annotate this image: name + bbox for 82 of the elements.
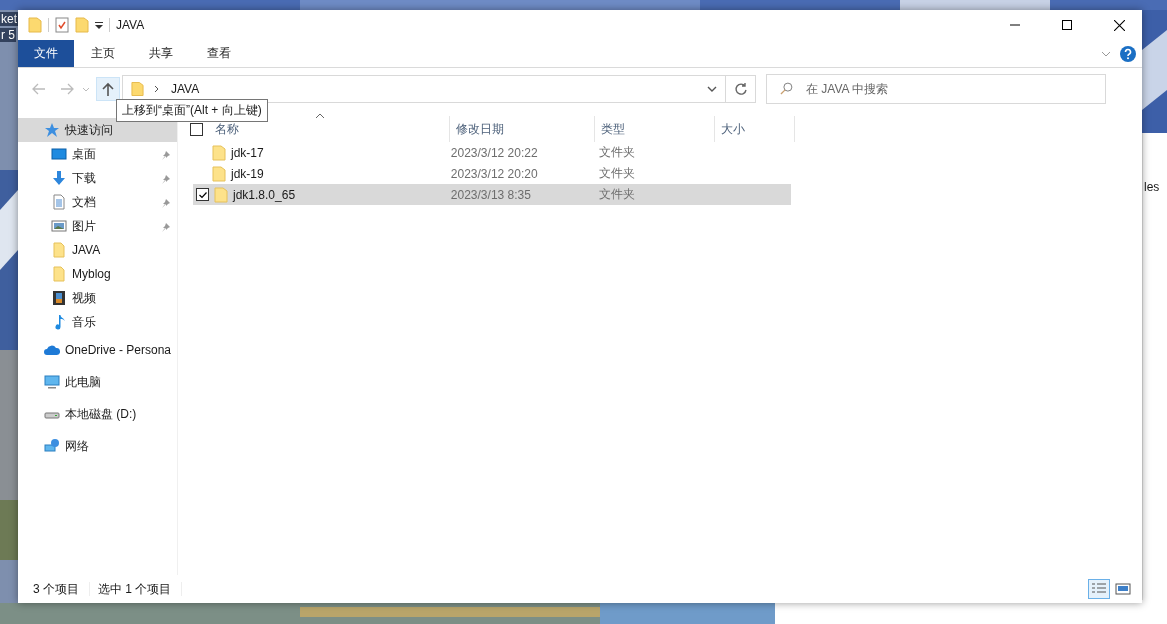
ribbon-tab[interactable]: 查看	[190, 40, 248, 67]
dropdown-icon[interactable]	[95, 21, 103, 29]
desktop-icon	[51, 146, 67, 162]
up-button[interactable]	[96, 77, 120, 101]
column-header[interactable]: 修改日期	[456, 120, 504, 138]
folder-icon	[212, 165, 226, 182]
document-icon	[51, 194, 67, 210]
modified-date: 2023/3/12 20:22	[450, 145, 538, 160]
sidebar-item[interactable]: 快速访问	[18, 118, 177, 142]
file-name: jdk-19	[231, 166, 264, 181]
file-type: 文件夹	[598, 166, 635, 180]
modified-date: 2023/3/13 8:35	[450, 187, 531, 202]
folder-icon[interactable]	[75, 17, 89, 33]
maximize-icon	[1062, 20, 1072, 30]
folder-icon	[51, 266, 67, 282]
column-header[interactable]: 大小	[721, 120, 745, 138]
window-title: JAVA	[116, 18, 145, 32]
modified-date: 2023/3/12 20:20	[450, 166, 538, 181]
download-icon	[51, 170, 67, 186]
computer-icon	[44, 374, 60, 390]
folder-icon	[212, 144, 226, 161]
search-icon	[780, 82, 793, 95]
recent-locations-icon[interactable]	[82, 86, 90, 92]
sidebar-item[interactable]: Myblog	[18, 262, 177, 286]
ribbon-tab[interactable]: 共享	[132, 40, 190, 67]
select-all-checkbox[interactable]	[190, 122, 203, 136]
file-type: 文件夹	[598, 187, 635, 201]
sidebar-item[interactable]: 文档	[18, 190, 177, 214]
dropdown-icon[interactable]	[707, 86, 717, 92]
selection-count: 选中 1 个项目	[98, 580, 173, 598]
sidebar-item[interactable]: 此电脑	[18, 366, 177, 398]
address-bar[interactable]: JAVA	[122, 75, 726, 103]
pin-icon[interactable]	[161, 222, 171, 232]
pictures-icon	[51, 218, 67, 234]
folder-icon	[214, 186, 228, 203]
close-icon	[1113, 19, 1125, 31]
up-arrow-icon	[102, 82, 114, 96]
folder-icon	[51, 242, 67, 258]
help-icon[interactable]	[1120, 45, 1136, 62]
folder-icon	[131, 81, 144, 97]
checkbox[interactable]	[196, 188, 209, 201]
file-row[interactable]: jdk-19 2023/3/12 20:20 文件夹	[193, 163, 791, 184]
sidebar-item[interactable]: 桌面	[18, 142, 177, 166]
sidebar-item[interactable]: OneDrive - Persona	[18, 334, 177, 366]
sidebar-item[interactable]: 图片	[18, 214, 177, 238]
pin-icon[interactable]	[161, 174, 171, 184]
file-name: jdk1.8.0_65	[233, 187, 296, 202]
network-icon	[44, 438, 60, 454]
checklist-icon[interactable]	[55, 17, 69, 33]
pin-icon[interactable]	[161, 150, 171, 160]
refresh-icon	[733, 82, 748, 96]
file-row[interactable]: jdk1.8.0_65 2023/3/13 8:35 文件夹	[193, 184, 791, 205]
tooltip: 上移到“桌面”(Alt + 向上键)	[116, 99, 268, 122]
pin-icon[interactable]	[161, 198, 171, 208]
sidebar-item[interactable]: 网络	[18, 430, 177, 462]
expand-ribbon-icon[interactable]	[1101, 50, 1111, 57]
sidebar-item[interactable]: 视频	[18, 286, 177, 310]
refresh-button[interactable]	[726, 75, 756, 103]
star-icon	[44, 122, 60, 138]
column-header[interactable]: 类型	[601, 120, 625, 138]
item-count: 3 个项目	[33, 580, 80, 598]
window-text: les	[1144, 180, 1160, 194]
file-row[interactable]: jdk-17 2023/3/12 20:22 文件夹	[193, 142, 791, 163]
sidebar-item[interactable]: 音乐	[18, 310, 177, 334]
back-arrow-icon[interactable]	[32, 83, 46, 95]
search-field[interactable]: 在 JAVA 中搜索	[766, 74, 1106, 104]
forward-arrow-icon[interactable]	[60, 83, 74, 95]
large-icons-view-icon	[1115, 582, 1131, 596]
details-view-button[interactable]	[1088, 579, 1110, 599]
column-header[interactable]: 名称	[215, 120, 239, 138]
sidebar-item[interactable]: JAVA	[18, 238, 177, 262]
file-name: jdk-17	[231, 145, 264, 160]
ribbon-tab[interactable]: 主页	[74, 40, 132, 67]
file-type: 文件夹	[598, 145, 635, 159]
breadcrumb[interactable]: JAVA	[171, 82, 200, 96]
sidebar-item[interactable]: 本地磁盘 (D:)	[18, 398, 177, 430]
folder-icon[interactable]	[28, 17, 42, 33]
video-icon	[51, 290, 67, 306]
chevron-icon[interactable]	[154, 85, 159, 93]
sidebar-item[interactable]: 下载	[18, 166, 177, 190]
sort-ascending-icon	[315, 113, 325, 119]
details-view-icon	[1091, 582, 1107, 596]
